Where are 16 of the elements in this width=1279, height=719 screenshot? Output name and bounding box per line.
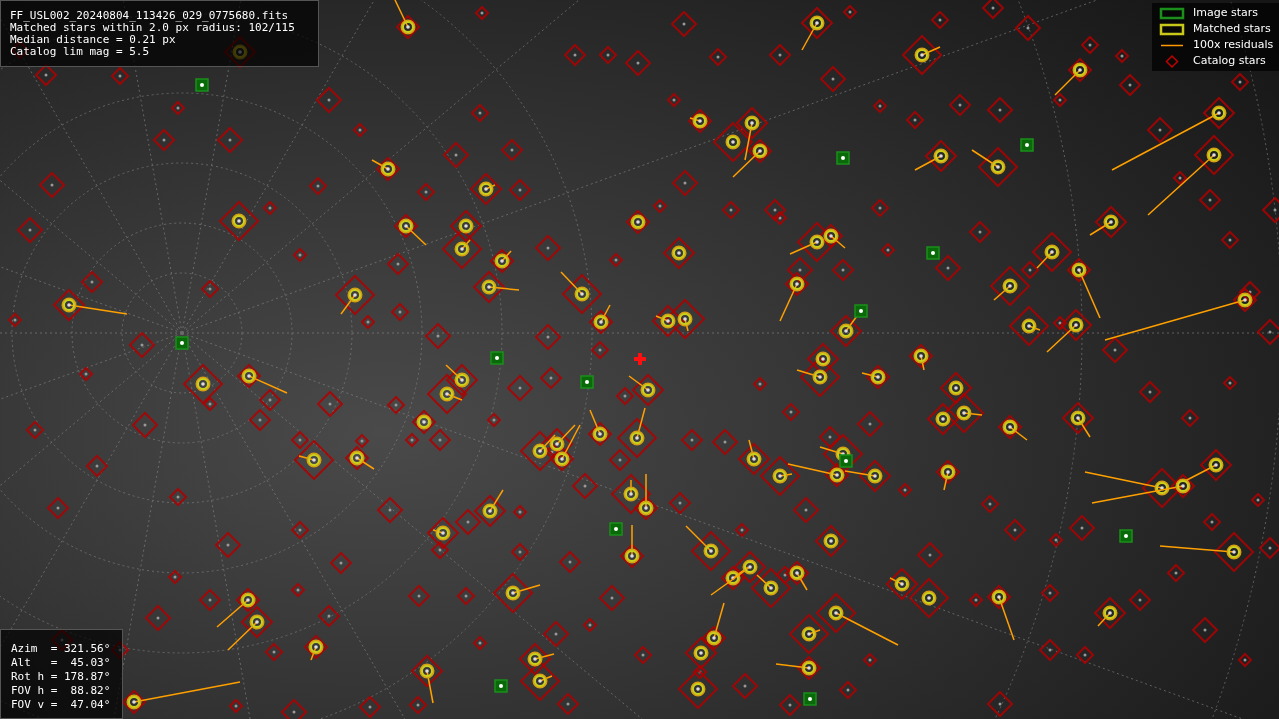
info-line: FF_USL002_20240804_113426_029_0775680.fits: [10, 10, 290, 22]
info-line: Catalog lim mag = 5.5: [10, 46, 151, 58]
image-star-symbol-icon: [1158, 6, 1186, 20]
pointing-line: Rot h = 178.87°: [11, 670, 112, 684]
legend-label: Matched stars: [1193, 20, 1271, 37]
crosshair-icon: [632, 351, 648, 367]
pointing-line: Alt = 45.03°: [11, 656, 112, 670]
info-line: Matched stars within 2.0 px radius: 102/115: [10, 22, 296, 34]
pointing-line: FOV h = 88.82°: [11, 684, 112, 698]
pointing-line: Azim = 321.56°: [11, 642, 112, 656]
legend-label: Image stars: [1193, 4, 1258, 21]
matched-star-symbol-icon: [1158, 22, 1186, 36]
pointing-line: FOV v = 47.04°: [11, 698, 112, 712]
legend-label: 100x residuals: [1193, 36, 1274, 53]
legend-label: Catalog stars: [1193, 52, 1266, 69]
info-line: Median distance = 0.21 px: [10, 34, 177, 46]
